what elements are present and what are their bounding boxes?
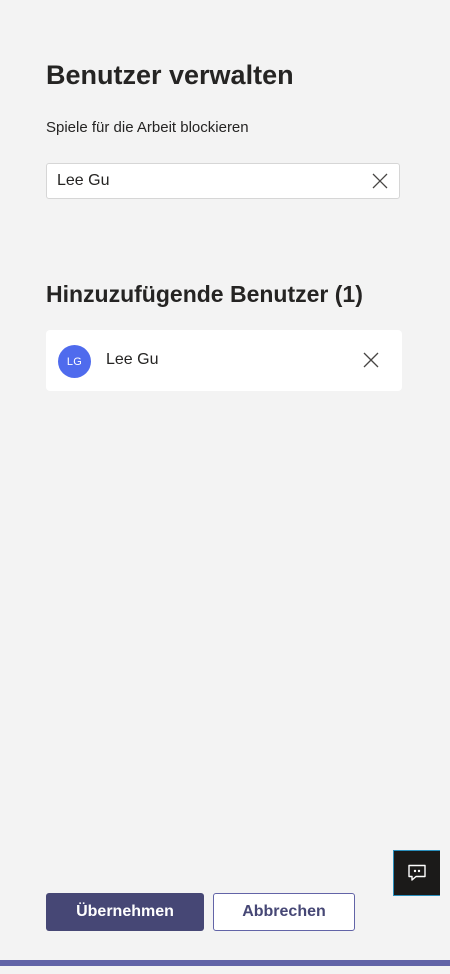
- feedback-button[interactable]: [393, 850, 440, 896]
- cancel-button[interactable]: Abbrechen: [213, 893, 355, 931]
- close-icon: [372, 173, 388, 189]
- section-title: Hinzuzufügende Benutzer (1): [46, 281, 363, 307]
- remove-user-button[interactable]: [362, 351, 380, 369]
- search-box[interactable]: [46, 163, 400, 199]
- user-list-item: LG Lee Gu: [46, 330, 402, 391]
- close-icon: [363, 352, 379, 368]
- page-title: Benutzer verwalten: [46, 60, 294, 90]
- page-subtitle: Spiele für die Arbeit blockieren: [46, 119, 249, 136]
- bottom-accent-bar: [0, 960, 450, 966]
- search-input[interactable]: [57, 164, 357, 198]
- user-name: Lee Gu: [106, 351, 159, 368]
- apply-button[interactable]: Übernehmen: [46, 893, 204, 931]
- clear-search-button[interactable]: [371, 172, 389, 190]
- chat-feedback-icon: [408, 864, 426, 881]
- avatar: LG: [58, 345, 91, 378]
